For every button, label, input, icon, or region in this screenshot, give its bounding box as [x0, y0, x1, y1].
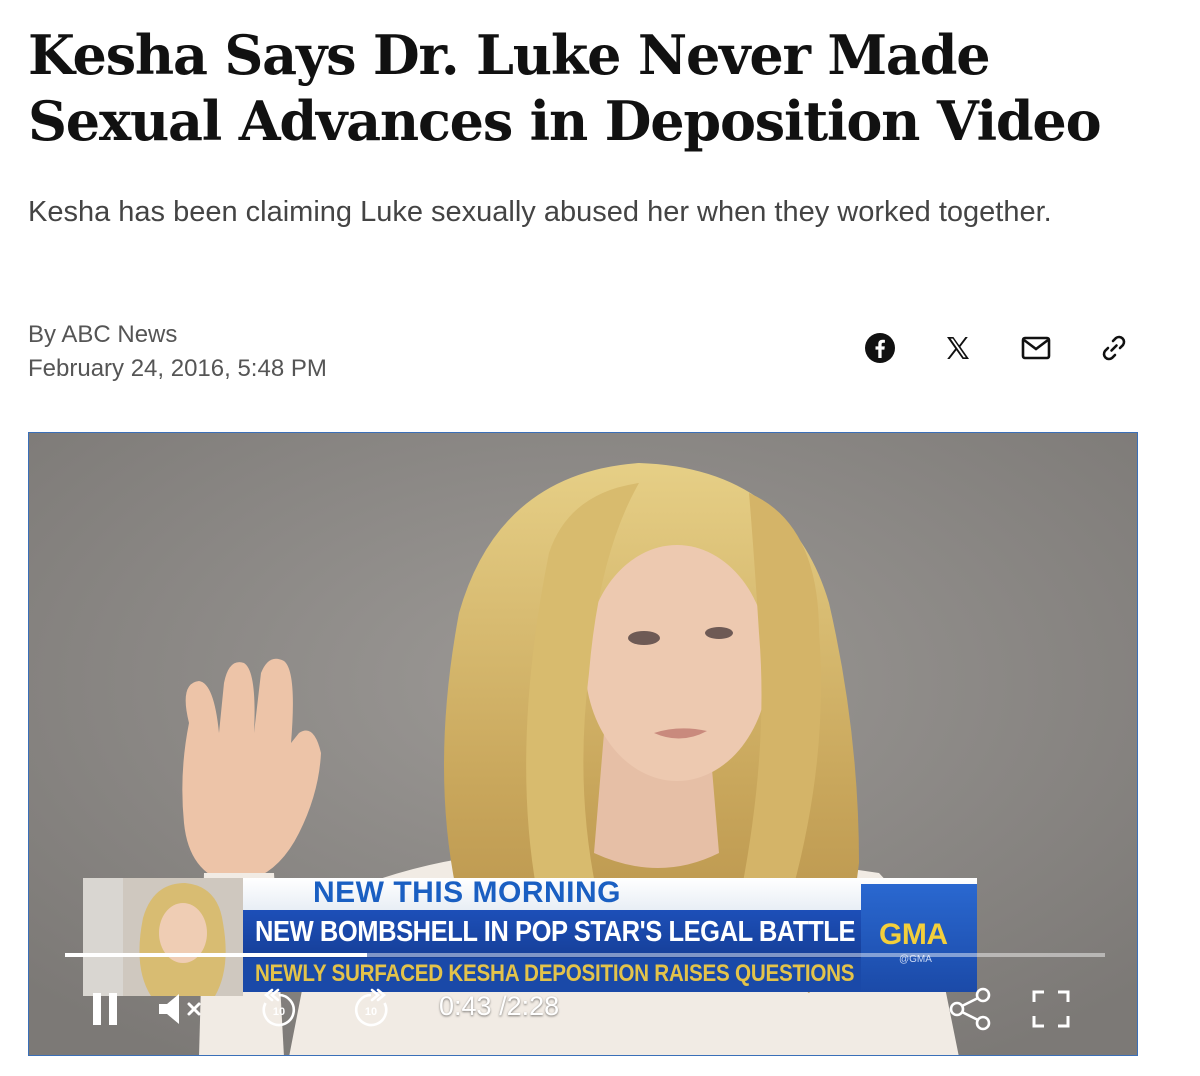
duration: /2:28: [499, 991, 560, 1021]
lower-third-thumbnail: [123, 878, 243, 996]
gma-logo: GMA @GMA: [861, 884, 977, 992]
mail-icon: [1021, 336, 1051, 360]
link-icon: [1102, 335, 1126, 361]
muted-speaker-icon: [159, 994, 201, 1024]
current-time: 0:43: [439, 991, 492, 1021]
x-share-button[interactable]: [938, 326, 978, 370]
pause-button[interactable]: [81, 981, 129, 1037]
lower-third-top-text: NEW THIS MORNING: [313, 876, 621, 909]
pause-icon: [93, 993, 117, 1025]
share-bar: [860, 326, 1140, 370]
article-dek: Kesha has been claiming Luke sexually ab…: [28, 196, 1052, 228]
byline[interactable]: By ABC News: [28, 318, 327, 352]
skip-forward-seconds: 10: [365, 1006, 377, 1018]
news-lower-third: NEW THIS MORNING NEW BOMBSHELL IN POP ST…: [83, 876, 977, 996]
copy-link-button[interactable]: [1094, 326, 1134, 370]
share-video-button[interactable]: [943, 981, 999, 1037]
gma-logo-text: GMA: [879, 918, 948, 951]
skip-forward-10-icon: 10: [355, 988, 388, 1027]
video-player[interactable]: NEW THIS MORNING NEW BOMBSHELL IN POP ST…: [28, 432, 1138, 1056]
skip-back-10-icon: 10: [262, 988, 295, 1027]
facebook-icon: [865, 333, 895, 363]
publish-date: February 24, 2016, 5:48 PM: [28, 355, 327, 382]
facebook-share-button[interactable]: [860, 326, 900, 370]
video-controls: 10 10 0:43 /2:28: [29, 981, 1137, 1037]
share-icon: [949, 987, 991, 1031]
skip-forward-button[interactable]: 10: [347, 981, 395, 1037]
byline-block: By ABC News February 24, 2016, 5:48 PM: [28, 318, 327, 386]
fullscreen-icon: [1032, 990, 1070, 1028]
lower-third-main-text: NEW BOMBSHELL IN POP STAR'S LEGAL BATTLE: [255, 916, 856, 948]
time-display: 0:43 /2:28: [439, 991, 559, 1022]
mute-button[interactable]: [155, 981, 211, 1037]
fullscreen-button[interactable]: [1025, 981, 1077, 1037]
video-progress-fill: [65, 953, 367, 957]
skip-back-seconds: 10: [273, 1006, 285, 1018]
email-share-button[interactable]: [1016, 326, 1056, 370]
x-icon: [947, 337, 969, 359]
skip-back-button[interactable]: 10: [255, 981, 303, 1037]
article-headline: Kesha Says Dr. Luke Never Made Sexual Ad…: [28, 23, 1102, 153]
video-scrub-bar[interactable]: [65, 953, 1105, 957]
